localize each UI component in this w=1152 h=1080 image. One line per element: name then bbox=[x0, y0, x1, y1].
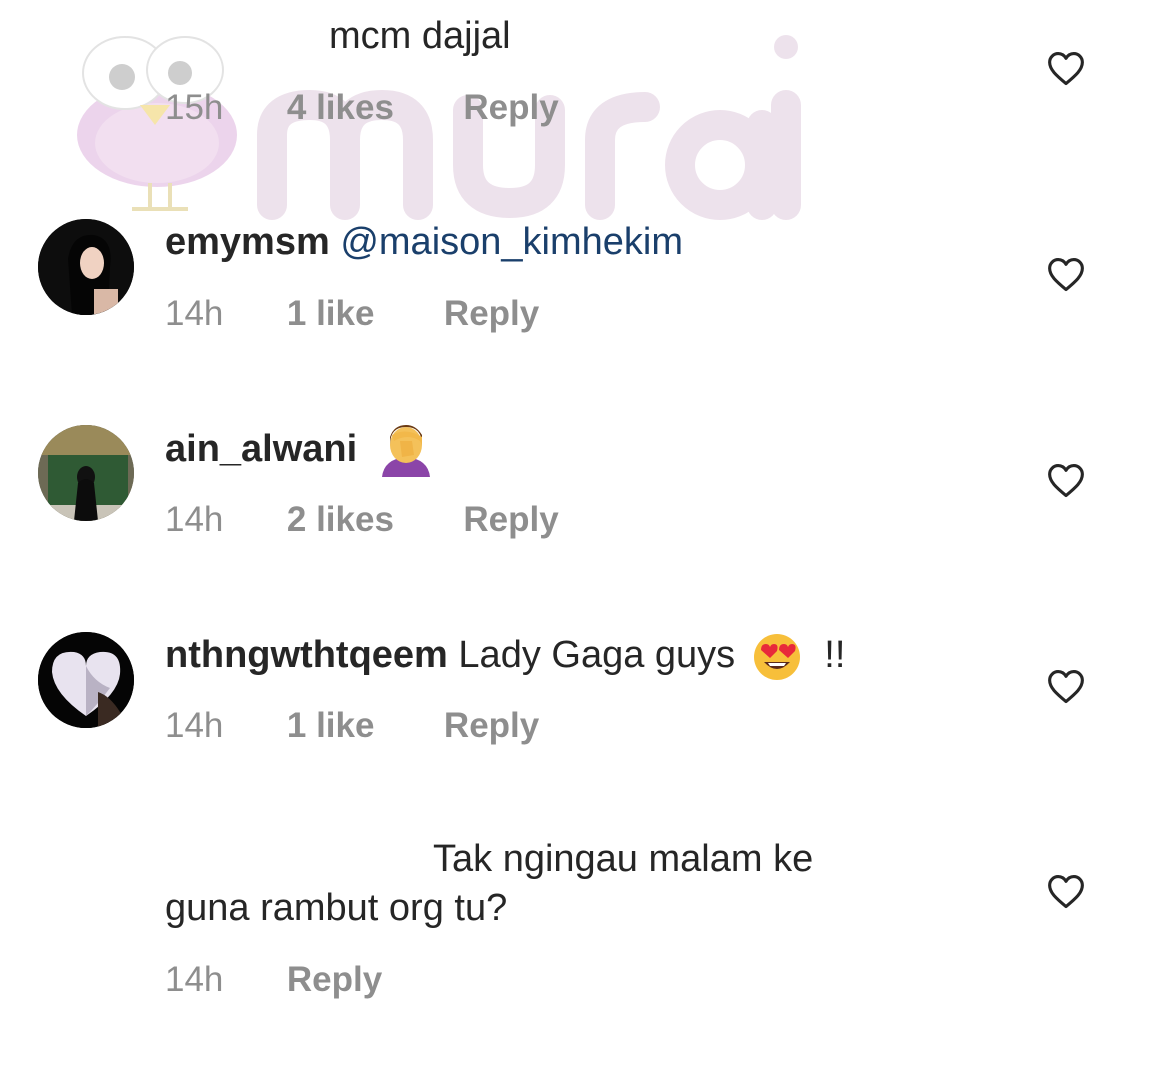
comment-text: ain_alwani bbox=[165, 425, 434, 477]
heart-outline-icon[interactable] bbox=[1046, 256, 1086, 292]
comment-time: 14h bbox=[165, 500, 224, 539]
comment-likes[interactable]: 2 likes bbox=[287, 500, 394, 539]
avatar-image bbox=[38, 632, 134, 728]
comment-body-suffix: !! bbox=[824, 634, 846, 677]
reply-button[interactable]: Reply bbox=[287, 960, 382, 999]
avatar[interactable] bbox=[38, 425, 134, 521]
comment-username[interactable]: ain_alwani bbox=[165, 428, 357, 470]
comment-username[interactable]: emymsm bbox=[165, 221, 330, 263]
comment-meta: 15h 4 likes Reply bbox=[165, 88, 559, 128]
face-palm-icon bbox=[381, 425, 430, 477]
comment-likes[interactable]: 1 like bbox=[287, 294, 375, 333]
avatar-image bbox=[38, 425, 134, 521]
comment-mention[interactable]: @maison_kimhekim bbox=[340, 221, 683, 263]
heart-outline-icon[interactable] bbox=[1046, 668, 1086, 704]
avatar-image bbox=[38, 219, 134, 315]
comment-text: emymsm @maison_kimhekim bbox=[165, 220, 683, 264]
reply-button[interactable]: Reply bbox=[463, 88, 558, 127]
comment-meta: 14h 1 like Reply bbox=[165, 706, 539, 746]
comment-meta: 14h 2 likes Reply bbox=[165, 500, 559, 540]
avatar[interactable] bbox=[38, 219, 134, 315]
comment-time: 15h bbox=[165, 88, 224, 127]
comment-username[interactable]: nthngwthtqeem bbox=[165, 634, 448, 676]
reply-button[interactable]: Reply bbox=[444, 706, 539, 745]
comment-likes[interactable]: 1 like bbox=[287, 706, 375, 745]
comment-time: 14h bbox=[165, 706, 224, 745]
comment-meta: 14h 1 like Reply bbox=[165, 294, 539, 334]
reply-button[interactable]: Reply bbox=[463, 500, 558, 539]
heart-eyes-icon bbox=[753, 634, 800, 680]
comment-text: nthngwthtqeem Lady Gaga guys !! bbox=[165, 632, 845, 682]
heart-outline-icon[interactable] bbox=[1046, 873, 1086, 909]
comment-text: mcm dajjal bbox=[329, 15, 511, 57]
comment-body: Lady Gaga guys bbox=[458, 634, 736, 677]
comment-text-line2: guna rambut org tu? bbox=[165, 887, 508, 929]
comment-time: 14h bbox=[165, 294, 224, 333]
comment-time: 14h bbox=[165, 960, 224, 999]
heart-outline-icon[interactable] bbox=[1046, 462, 1086, 498]
avatar[interactable] bbox=[38, 632, 134, 728]
reply-button[interactable]: Reply bbox=[444, 294, 539, 333]
comment-text-line1: Tak ngingau malam ke bbox=[433, 838, 814, 880]
comment-meta: 14h Reply bbox=[165, 960, 382, 1000]
heart-outline-icon[interactable] bbox=[1046, 50, 1086, 86]
comment-likes[interactable]: 4 likes bbox=[287, 88, 394, 127]
